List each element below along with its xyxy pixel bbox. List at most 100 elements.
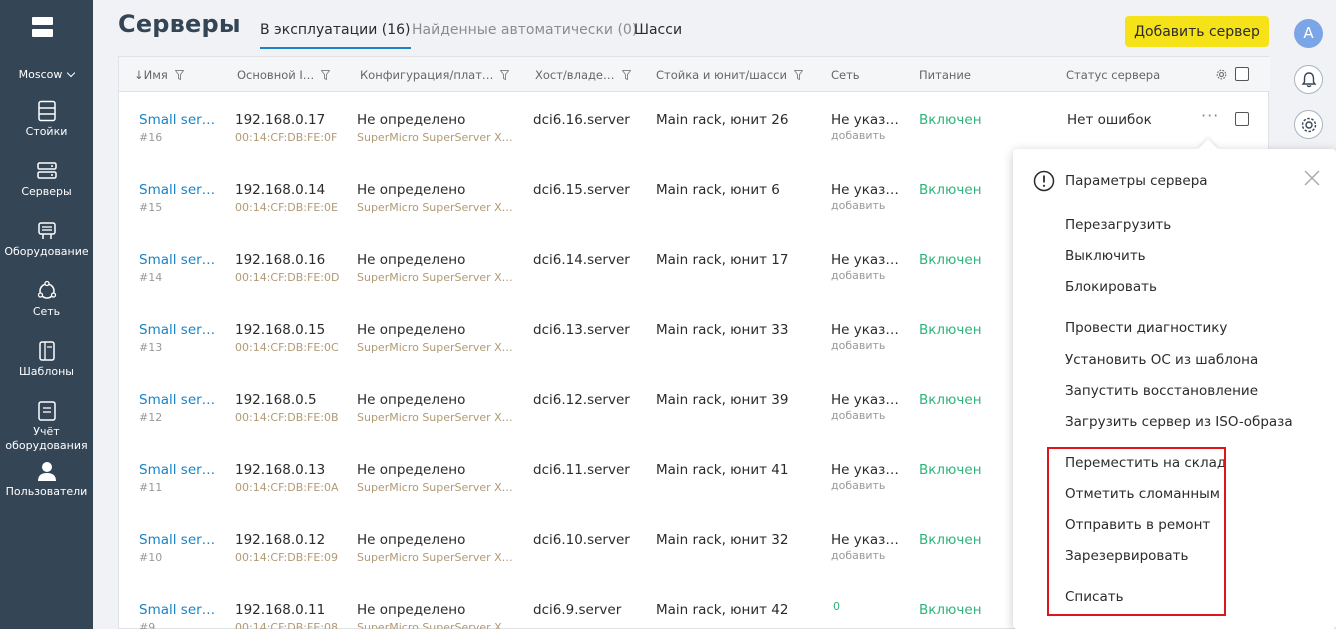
server-config: Не определено [357, 462, 466, 478]
server-mac: 00:14:CF:DB:FE:0B [235, 411, 339, 424]
server-host: dci6.16.server [533, 112, 630, 128]
add-network-link[interactable]: добавить [831, 269, 885, 282]
server-name-link[interactable]: Small ser… [139, 322, 215, 338]
gear-icon [1301, 117, 1317, 133]
menu-item-recovery[interactable]: Запустить восстановление [1065, 383, 1258, 399]
sidebar-item-users[interactable]: Пользователи [0, 460, 93, 499]
tab-autodiscovered[interactable]: Найденные автоматически (0) [412, 22, 637, 38]
server-rack: Main rack, юнит 39 [656, 392, 789, 408]
server-mac: 00:14:CF:DB:FE:0D [235, 271, 340, 284]
server-rack: Main rack, юнит 41 [656, 462, 789, 478]
server-network: Не указ… [831, 392, 899, 408]
server-ip: 192.168.0.13 [235, 462, 326, 478]
server-rack: Main rack, юнит 6 [656, 182, 780, 198]
column-header-label: Хост/владе… [535, 68, 615, 82]
filter-icon[interactable] [174, 70, 184, 80]
add-server-button[interactable]: Добавить сервер [1125, 16, 1269, 47]
column-header-host[interactable]: Хост/владе… [535, 68, 631, 82]
sidebar-item-inventory[interactable]: Учёт оборудования [0, 400, 93, 453]
sidebar-item-label: Пользователи [5, 485, 88, 498]
avatar[interactable]: A [1294, 19, 1323, 48]
server-id: #11 [139, 481, 163, 494]
server-host: dci6.12.server [533, 392, 630, 408]
sidebar-item-equipment[interactable]: Оборудование [0, 220, 93, 259]
sidebar-item-servers[interactable]: Серверы [0, 160, 93, 199]
filter-icon[interactable] [321, 70, 331, 80]
column-header-rack[interactable]: Стойка и юнит/шасси [656, 68, 803, 82]
more-actions-icon[interactable]: ··· [1201, 106, 1219, 125]
close-icon[interactable] [1303, 169, 1321, 187]
column-settings-gear-icon[interactable] [1216, 69, 1227, 80]
settings-button[interactable] [1294, 110, 1323, 139]
column-header-ip[interactable]: Основной I… [237, 68, 331, 82]
server-ip: 192.168.0.12 [235, 532, 326, 548]
server-id: #15 [139, 201, 163, 214]
column-header-power[interactable]: Питание [919, 68, 971, 82]
server-mac: 00:14:CF:DB:FE:0E [235, 201, 338, 214]
sidebar-item-racks[interactable]: Стойки [0, 100, 93, 139]
menu-item-diagnostics[interactable]: Провести диагностику [1065, 320, 1227, 336]
menu-item-block[interactable]: Блокировать [1065, 279, 1157, 295]
filter-icon[interactable] [500, 70, 510, 80]
column-header-label: Стойка и юнит/шасси [656, 68, 787, 82]
add-network-link[interactable]: добавить [831, 199, 885, 212]
network-icon [37, 280, 56, 299]
add-network-link[interactable]: добавить [831, 339, 885, 352]
server-name-link[interactable]: Small ser… [139, 602, 215, 618]
filter-icon[interactable] [793, 70, 803, 80]
filter-icon[interactable] [621, 70, 631, 80]
notifications-button[interactable] [1294, 65, 1323, 94]
logo-icon[interactable] [32, 17, 53, 39]
server-network: Не указ… [831, 322, 899, 338]
server-id: #16 [139, 131, 163, 144]
server-name-link[interactable]: Small ser… [139, 252, 215, 268]
column-header-network[interactable]: Сеть [831, 68, 860, 82]
sidebar-item-templates[interactable]: Шаблоны [0, 340, 93, 379]
server-rack: Main rack, юнит 32 [656, 532, 789, 548]
bell-icon [1301, 72, 1317, 88]
server-power: Включен [919, 532, 982, 548]
server-rack: Main rack, юнит 42 [656, 602, 789, 618]
add-network-link[interactable]: добавить [831, 549, 885, 562]
tab-chassis[interactable]: Шасси [634, 22, 682, 38]
column-header-label: ↓Имя [134, 68, 168, 82]
server-ip: 192.168.0.16 [235, 252, 326, 268]
server-id: #10 [139, 551, 163, 564]
server-mac: 00:14:CF:DB:FE:0F [235, 131, 338, 144]
table-header: ↓Имя Основной I… Конфигурация/плат… Хост… [119, 57, 1270, 92]
server-name-link[interactable]: Small ser… [139, 392, 215, 408]
column-header-config[interactable]: Конфигурация/плат… [360, 68, 510, 82]
server-mac: 00:14:CF:DB:FE:0A [235, 481, 339, 494]
server-platform: SuperMicro SuperServer X… [357, 411, 513, 424]
server-network: Не указ… [831, 252, 899, 268]
menu-item-boot-iso[interactable]: Загрузить сервер из ISO-образа [1065, 414, 1293, 430]
location-label: Moscow [18, 68, 63, 81]
server-power: Включен [919, 112, 982, 128]
server-name-link[interactable]: Small ser… [139, 532, 215, 548]
menu-item-power-off[interactable]: Выключить [1065, 248, 1146, 264]
column-header-name[interactable]: ↓Имя [134, 68, 184, 82]
row-checkbox[interactable] [1235, 112, 1249, 126]
add-network-link[interactable]: добавить [831, 479, 885, 492]
menu-item-install-os[interactable]: Установить ОС из шаблона [1065, 352, 1258, 368]
server-config: Не определено [357, 112, 466, 128]
server-network: Не указ… [831, 112, 899, 128]
server-name-link[interactable]: Small ser… [139, 182, 215, 198]
server-name-link[interactable]: Small ser… [139, 112, 215, 128]
server-config: Не определено [357, 182, 466, 198]
add-network-link[interactable]: добавить [831, 129, 885, 142]
server-name-link[interactable]: Small ser… [139, 462, 215, 478]
info-icon [1033, 170, 1055, 192]
select-all-checkbox[interactable] [1235, 67, 1249, 81]
sidebar-item-network[interactable]: Сеть [0, 280, 93, 319]
server-mac: 00:14:CF:DB:FE:09 [235, 551, 338, 564]
sidebar-item-label: Сеть [32, 305, 61, 318]
server-host: dci6.14.server [533, 252, 630, 268]
server-host: dci6.13.server [533, 322, 630, 338]
location-selector[interactable]: Moscow [0, 68, 93, 81]
column-header-status[interactable]: Статус сервера [1066, 68, 1160, 82]
menu-item-reboot[interactable]: Перезагрузить [1065, 217, 1171, 233]
server-power: Включен [919, 252, 982, 268]
tab-in-operation[interactable]: В эксплуатации (16) [260, 22, 411, 49]
add-network-link[interactable]: добавить [831, 409, 885, 422]
